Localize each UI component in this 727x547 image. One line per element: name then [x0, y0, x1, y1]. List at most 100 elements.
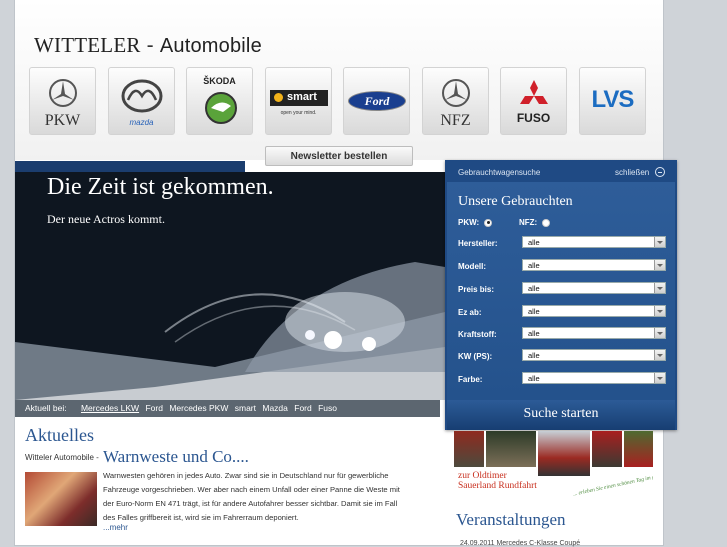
brand-label-lvs: LVS	[591, 86, 635, 113]
pkw-option[interactable]: PKW:	[458, 218, 493, 227]
oldtimer-photo	[454, 431, 484, 467]
brand-tile-lvs[interactable]: LVS	[579, 67, 646, 135]
news-text: Warnwesten gehören in jedes Auto. Zwar s…	[103, 471, 400, 522]
brand-label-nfz: NFZ	[440, 112, 471, 129]
field-label: KW (PS):	[458, 352, 493, 361]
pkw-label: PKW:	[458, 218, 480, 227]
chevron-down-icon[interactable]	[654, 373, 665, 383]
chevron-down-icon[interactable]	[654, 260, 665, 270]
search-form: Unsere Gebrauchten PKW: NFZ: Hersteller:…	[447, 182, 675, 400]
skoda-arrow-icon	[205, 92, 237, 124]
field-label: Hersteller:	[458, 239, 498, 248]
search-close-link[interactable]: schließen	[615, 168, 649, 177]
newsletter-button[interactable]: Newsletter bestellen	[265, 146, 413, 166]
field-hersteller: Hersteller: alle	[458, 236, 668, 250]
oldtimer-photo	[624, 431, 653, 467]
farbe-select[interactable]: alle	[522, 372, 666, 384]
brand-tile-smart[interactable]: smart open your mind.	[265, 67, 332, 135]
search-title: Unsere Gebrauchten	[458, 194, 573, 209]
hero-headline: Die Zeit ist gekommen.	[47, 174, 274, 200]
crumb-mazda[interactable]: Mazda	[262, 403, 288, 413]
brand-label-pkw: PKW	[44, 112, 81, 129]
brand-tile-ford[interactable]: Ford	[343, 67, 410, 135]
kw-select[interactable]: alle	[522, 349, 666, 361]
oldtimer-title: zur Oldtimer Sauerland Rundfahrt	[458, 471, 537, 491]
hero-banner[interactable]: Die Zeit ist gekommen. Der neue Actros k…	[15, 172, 445, 400]
ford-oval-icon: Ford	[348, 91, 406, 111]
oldtimer-line2: Sauerland Rundfahrt	[458, 481, 537, 491]
crumb-fuso[interactable]: Fuso	[318, 403, 337, 413]
select-value: alle	[528, 329, 540, 338]
nfz-option[interactable]: NFZ:	[519, 218, 551, 227]
brand-tile-mazda[interactable]: mazda	[108, 67, 175, 135]
nfz-radio[interactable]	[542, 218, 551, 227]
brand-sub-smart: open your mind.	[280, 110, 317, 116]
chevron-down-icon[interactable]	[654, 350, 665, 360]
preis-select[interactable]: alle	[522, 282, 666, 294]
smart-logo-box: smart	[270, 90, 328, 106]
brand-tile-skoda[interactable]: ŠKODA	[186, 67, 253, 135]
field-label: Modell:	[458, 262, 486, 271]
brand-tile-mercedes-nfz[interactable]: NFZ	[422, 67, 489, 135]
truck-headlights-image	[15, 262, 445, 400]
news-source: Witteler Automobile -	[25, 453, 99, 462]
news-title[interactable]: Warnweste und Co....	[103, 447, 249, 467]
brand-crumbs: Aktuell bei: Mercedes LKW Ford Mercedes …	[15, 400, 440, 417]
pkw-radio[interactable]	[484, 218, 493, 227]
search-submit-button[interactable]: Suche starten	[447, 400, 675, 430]
events-title: Veranstaltungen	[456, 510, 566, 529]
news-image[interactable]	[25, 472, 97, 526]
logo-dash: -	[140, 34, 160, 57]
field-kraftstoff: Kraftstoff: alle	[458, 327, 668, 341]
oldtimer-banner[interactable]: zur Oldtimer Sauerland Rundfahrt ... erl…	[454, 431, 653, 499]
crumb-mercedes-pkw[interactable]: Mercedes PKW	[169, 403, 228, 413]
field-label: Farbe:	[458, 375, 483, 384]
select-value: alle	[528, 307, 540, 316]
brand-label-mazda: mazda	[129, 118, 154, 127]
crumb-ford-2[interactable]: Ford	[294, 403, 311, 413]
chevron-down-icon[interactable]	[654, 328, 665, 338]
select-value: alle	[528, 238, 540, 247]
field-label: Preis bis:	[458, 285, 495, 294]
used-car-search-panel: Gebrauchtwagensuche schließen Unsere Geb…	[445, 160, 677, 430]
field-label: Ez ab:	[458, 308, 482, 317]
nfz-label: NFZ:	[519, 218, 538, 227]
crumbs-label: Aktuell bei:	[25, 403, 67, 413]
close-icon[interactable]	[655, 167, 665, 177]
oldtimer-photo	[538, 431, 590, 476]
brand-label-fuso: FUSO	[516, 111, 551, 125]
brand-label-ford: Ford	[364, 94, 390, 108]
chevron-down-icon[interactable]	[654, 237, 665, 247]
select-value: alle	[528, 284, 540, 293]
field-ez: Ez ab: alle	[458, 305, 668, 319]
news-more-link[interactable]: ...mehr	[103, 523, 128, 532]
hero-subline: Der neue Actros kommt.	[47, 212, 165, 226]
events-row[interactable]: 24.09.2011 Mercedes C-Klasse Coupé	[460, 540, 580, 547]
select-value: alle	[528, 261, 540, 270]
oldtimer-photo	[592, 431, 622, 467]
select-value: alle	[528, 351, 540, 360]
hersteller-select[interactable]: alle	[522, 236, 666, 248]
field-farbe: Farbe: alle	[458, 372, 668, 386]
chevron-down-icon[interactable]	[654, 306, 665, 316]
brand-label-smart: smart	[287, 91, 317, 103]
modell-select[interactable]: alle	[522, 259, 666, 271]
chevron-down-icon[interactable]	[654, 283, 665, 293]
logo-part2: Automobile	[159, 35, 262, 57]
crumb-mercedes-lkw[interactable]: Mercedes LKW	[81, 403, 139, 413]
mitsubishi-diamonds-icon	[520, 80, 548, 104]
search-panel-header: Gebrauchtwagensuche	[458, 168, 541, 177]
field-modell: Modell: alle	[458, 259, 668, 273]
crumb-smart[interactable]: smart	[235, 403, 256, 413]
crumb-ford[interactable]: Ford	[145, 403, 162, 413]
field-label: Kraftstoff:	[458, 330, 497, 339]
select-value: alle	[528, 374, 540, 383]
ez-select[interactable]: alle	[522, 305, 666, 317]
oldtimer-photo	[486, 431, 536, 467]
news-section-title: Aktuelles	[25, 425, 94, 445]
field-preis: Preis bis: alle	[458, 282, 668, 296]
kraftstoff-select[interactable]: alle	[522, 327, 666, 339]
brand-tile-fuso[interactable]: FUSO	[500, 67, 567, 135]
brand-tile-mercedes-pkw[interactable]: PKW	[29, 67, 96, 135]
site-logo[interactable]: WITTELER - Automobile	[34, 33, 262, 58]
